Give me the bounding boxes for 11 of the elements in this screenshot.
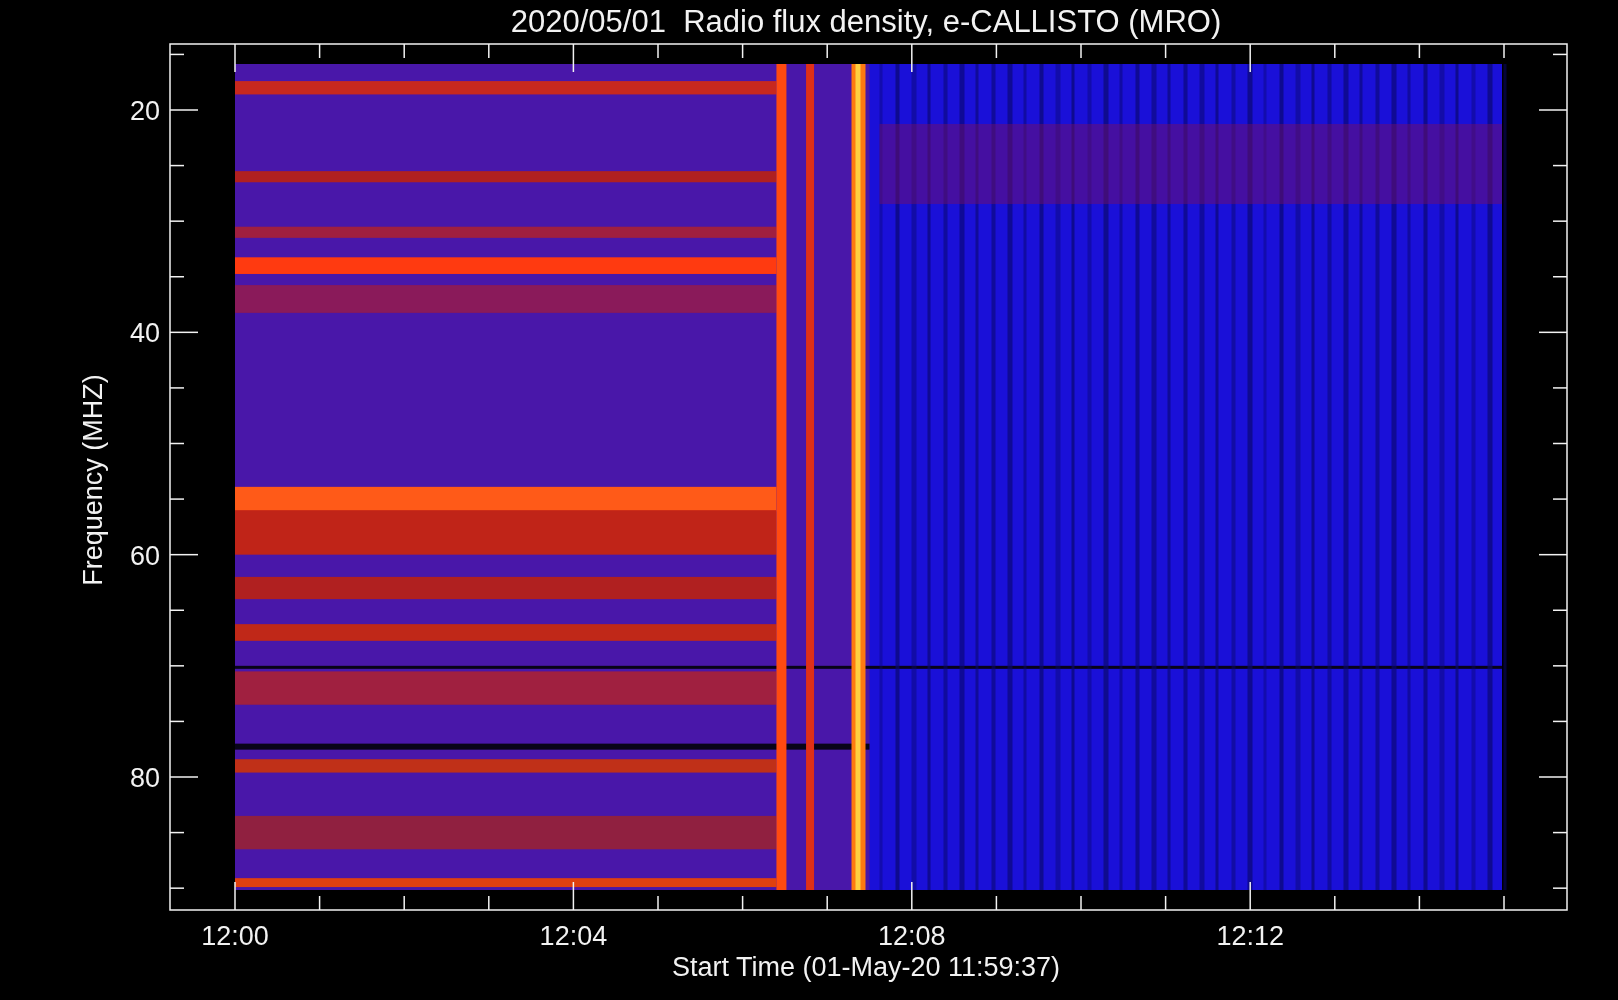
x-tick-label: 12:04 bbox=[539, 921, 608, 951]
x-tick-label: 12:08 bbox=[878, 921, 946, 951]
x-axis-label: Start Time (01-May-20 11:59:37) bbox=[671, 952, 1061, 982]
y-tick-label: 60 bbox=[129, 541, 160, 571]
y-tick-label: 80 bbox=[129, 763, 160, 793]
y-tick-label: 40 bbox=[129, 318, 160, 348]
chart-title: 2020/05/01 Radio flux density, e-CALLISTO (MRO) bbox=[510, 4, 1222, 39]
y-axis-label: Frequency (MHZ) bbox=[78, 374, 108, 586]
x-tick-label: 12:00 bbox=[201, 921, 269, 951]
x-tick-label: 12:12 bbox=[1216, 921, 1284, 951]
y-tick-label: 20 bbox=[129, 96, 160, 126]
